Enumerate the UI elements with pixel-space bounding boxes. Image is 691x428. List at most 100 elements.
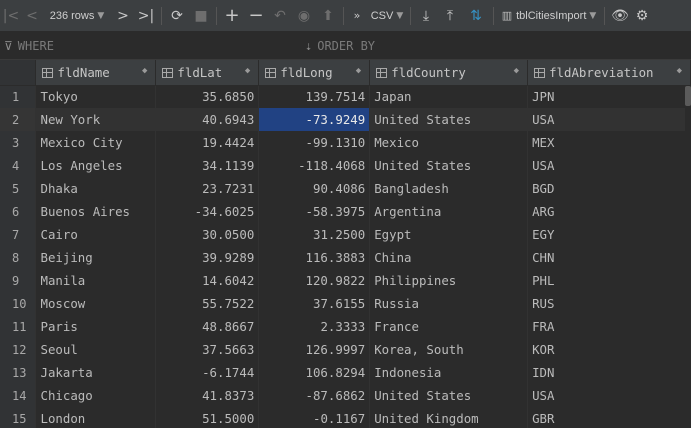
cell-name[interactable]: Dhaka xyxy=(35,177,157,200)
sort-icon[interactable]: ◆ xyxy=(514,66,519,76)
cell-country[interactable]: Bangladesh xyxy=(369,177,529,200)
table-row[interactable]: 1 Tokyo 35.6850 139.7514 Japan JPN xyxy=(0,85,691,108)
cell-long[interactable]: 90.4086 xyxy=(258,177,371,200)
cell-long[interactable]: -58.3975 xyxy=(258,200,371,223)
cell-long[interactable]: 116.3883 xyxy=(258,246,371,269)
cell-abbr[interactable]: PHL xyxy=(527,269,691,292)
cell-country[interactable]: Philippines xyxy=(369,269,529,292)
cell-name[interactable]: Beijing xyxy=(35,246,157,269)
table-row[interactable]: 12 Seoul 37.5663 126.9997 Korea, South KOR xyxy=(0,338,691,361)
next-page-icon[interactable]: > xyxy=(112,0,134,31)
cell-lat[interactable]: -34.6025 xyxy=(155,200,260,223)
cell-abbr[interactable]: BGD xyxy=(527,177,691,200)
cell-lat[interactable]: 48.8667 xyxy=(155,315,260,338)
sort-icon[interactable]: ◆ xyxy=(142,66,147,76)
revert-icon[interactable]: ↶ xyxy=(268,0,292,31)
cell-name[interactable]: Manila xyxy=(35,269,157,292)
import-upload-icon[interactable]: ⤒ xyxy=(438,0,462,31)
table-row[interactable]: 6 Buenos Aires -34.6025 -58.3975 Argentina AR… xyxy=(0,200,691,223)
table-row[interactable]: 13 Jakarta -6.1744 106.8294 Indonesia IDN xyxy=(0,361,691,384)
row-number[interactable]: 3 xyxy=(0,131,37,154)
cell-lat[interactable]: 37.5663 xyxy=(155,338,260,361)
cell-lat[interactable]: 40.6943 xyxy=(155,108,260,131)
cell-lat[interactable]: 34.1139 xyxy=(155,154,260,177)
cell-country[interactable]: Japan xyxy=(369,85,529,108)
prev-page-icon[interactable]: < xyxy=(22,0,42,31)
cell-lat[interactable]: 35.6850 xyxy=(155,85,260,108)
cell-lat[interactable]: 19.4424 xyxy=(155,131,260,154)
first-page-icon[interactable]: |< xyxy=(0,0,22,31)
cell-lat[interactable]: 55.7522 xyxy=(155,292,260,315)
sort-icon[interactable]: ◆ xyxy=(245,66,250,76)
add-row-icon[interactable]: + xyxy=(220,0,244,31)
cell-country[interactable]: Mexico xyxy=(369,131,529,154)
table-row[interactable]: 15 London 51.5000 -0.1167 United Kingdom GBR xyxy=(0,407,691,428)
cell-lat[interactable]: 23.7231 xyxy=(155,177,260,200)
column-header-fldAbreviation[interactable]: fldAbreviation ◆ xyxy=(527,60,691,86)
more-icon[interactable]: » xyxy=(347,0,367,31)
submit-icon[interactable]: ⬆ xyxy=(316,0,340,31)
cell-country[interactable]: Argentina xyxy=(369,200,529,223)
compare-icon[interactable]: ⇅ xyxy=(462,0,490,31)
cell-country[interactable]: Russia xyxy=(369,292,529,315)
sort-icon[interactable]: ◆ xyxy=(356,66,361,76)
cell-abbr[interactable]: JPN xyxy=(527,85,691,108)
table-row[interactable]: 2 New York 40.6943 -73.9249 United States USA xyxy=(0,108,691,131)
cell-country[interactable]: Korea, South xyxy=(369,338,529,361)
cell-long[interactable]: -99.1310 xyxy=(258,131,371,154)
table-row[interactable]: 11 Paris 48.8667 2.3333 France FRA xyxy=(0,315,691,338)
cell-abbr[interactable]: USA xyxy=(527,154,691,177)
rows-count-dropdown[interactable]: 236 rows ▼ xyxy=(42,0,112,31)
where-filter-input[interactable]: ⊽ WHERE xyxy=(4,31,54,60)
row-number[interactable]: 11 xyxy=(0,315,37,338)
cell-long[interactable]: 2.3333 xyxy=(258,315,371,338)
table-row[interactable]: 8 Beijing 39.9289 116.3883 China CHN xyxy=(0,246,691,269)
cell-abbr[interactable]: IDN xyxy=(527,361,691,384)
cell-country[interactable]: United States xyxy=(369,384,529,407)
cell-name[interactable]: Buenos Aires xyxy=(35,200,157,223)
row-number[interactable]: 14 xyxy=(0,384,37,407)
vertical-scrollbar[interactable] xyxy=(685,86,691,428)
cell-name[interactable]: Paris xyxy=(35,315,157,338)
cell-abbr[interactable]: USA xyxy=(527,108,691,131)
cell-long[interactable]: 31.2500 xyxy=(258,223,371,246)
cell-country[interactable]: United States xyxy=(369,108,529,131)
cell-name[interactable]: Moscow xyxy=(35,292,157,315)
cell-name[interactable]: Tokyo xyxy=(35,85,157,108)
cell-country[interactable]: United States xyxy=(369,154,529,177)
cell-abbr[interactable]: USA xyxy=(527,384,691,407)
cell-country[interactable]: China xyxy=(369,246,529,269)
cell-long[interactable]: -118.4068 xyxy=(258,154,371,177)
cell-name[interactable]: New York xyxy=(35,108,157,131)
export-format-dropdown[interactable]: CSV ▼ xyxy=(367,0,407,31)
cell-country[interactable]: France xyxy=(369,315,529,338)
cell-abbr[interactable]: CHN xyxy=(527,246,691,269)
scrollbar-thumb[interactable] xyxy=(685,86,691,106)
row-number[interactable]: 13 xyxy=(0,361,37,384)
last-page-icon[interactable]: >| xyxy=(134,0,158,31)
cell-abbr[interactable]: EGY xyxy=(527,223,691,246)
cell-lat[interactable]: 41.8373 xyxy=(155,384,260,407)
table-row[interactable]: 5 Dhaka 23.7231 90.4086 Bangladesh BGD xyxy=(0,177,691,200)
cell-country[interactable]: United Kingdom xyxy=(369,407,529,428)
cell-country[interactable]: Indonesia xyxy=(369,361,529,384)
column-header-fldLong[interactable]: fldLong ◆ xyxy=(258,60,371,86)
table-row[interactable]: 14 Chicago 41.8373 -87.6862 United States USA xyxy=(0,384,691,407)
cell-long[interactable]: 139.7514 xyxy=(258,85,371,108)
cell-lat[interactable]: 30.0500 xyxy=(155,223,260,246)
export-download-icon[interactable]: ⤓ xyxy=(414,0,438,31)
cell-name[interactable]: London xyxy=(35,407,157,428)
row-number[interactable]: 1 xyxy=(0,85,37,108)
cell-abbr[interactable]: ARG xyxy=(527,200,691,223)
stop-icon[interactable]: ■ xyxy=(189,0,213,31)
cell-long[interactable]: -87.6862 xyxy=(258,384,371,407)
cell-lat[interactable]: 39.9289 xyxy=(155,246,260,269)
row-number[interactable]: 12 xyxy=(0,338,37,361)
view-icon[interactable]: 👁 xyxy=(608,0,632,31)
table-row[interactable]: 9 Manila 14.6042 120.9822 Philippines PHL xyxy=(0,269,691,292)
cell-name[interactable]: Jakarta xyxy=(35,361,157,384)
row-number[interactable]: 6 xyxy=(0,200,37,223)
cell-lat[interactable]: 51.5000 xyxy=(155,407,260,428)
cell-long[interactable]: 126.9997 xyxy=(258,338,371,361)
preview-changes-icon[interactable]: ◉ xyxy=(292,0,316,31)
